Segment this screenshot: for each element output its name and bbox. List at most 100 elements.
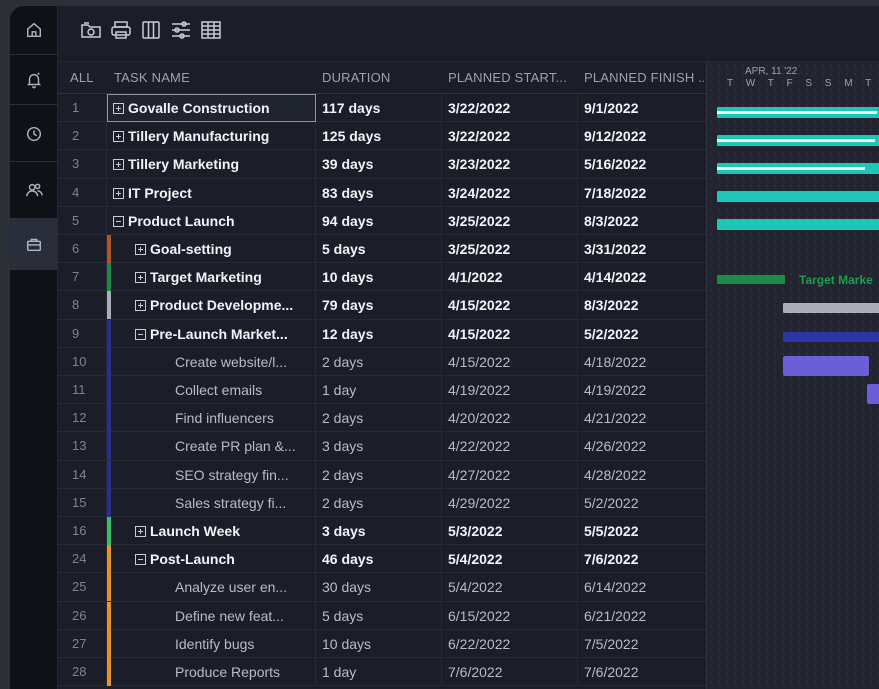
planned-finish-cell[interactable]: 8/3/2022 xyxy=(578,207,706,235)
planned-finish-cell[interactable]: 4/18/2022 xyxy=(578,348,706,376)
home-icon[interactable] xyxy=(10,10,58,50)
planned-start-cell[interactable]: 4/15/2022 xyxy=(442,291,578,320)
duration-cell[interactable]: 30 days xyxy=(316,573,442,602)
planned-finish-cell[interactable]: 8/3/2022 xyxy=(578,291,706,319)
planned-start-cell[interactable]: 4/20/2022 xyxy=(442,404,578,433)
planned-start-cell[interactable]: 3/23/2022 xyxy=(442,150,578,179)
duration-cell[interactable]: 39 days xyxy=(316,150,442,179)
duration-cell[interactable]: 10 days xyxy=(316,629,442,658)
planned-finish-cell[interactable]: 9/1/2022 xyxy=(578,94,706,122)
duration-cell[interactable]: 83 days xyxy=(316,178,442,207)
gantt-bar-row-8[interactable] xyxy=(783,303,879,313)
task-name-cell[interactable]: Identify bugs xyxy=(107,629,316,658)
expand-icon[interactable] xyxy=(135,272,146,284)
table-row[interactable]: 15 Sales strategy fi... 2 days 4/29/2022 5/2… xyxy=(58,488,706,517)
task-name-cell[interactable]: Goal-setting xyxy=(107,235,316,263)
table-row[interactable]: 4 IT Project 83 days 3/24/2022 7/18/2022 xyxy=(58,178,706,207)
planned-start-cell[interactable]: 3/25/2022 xyxy=(442,206,578,235)
expand-icon[interactable] xyxy=(135,300,146,312)
duration-cell[interactable]: 94 days xyxy=(316,206,442,235)
gantt-bar-row-10[interactable] xyxy=(783,356,869,376)
duration-cell[interactable]: 10 days xyxy=(316,263,442,292)
planned-start-cell[interactable]: 4/22/2022 xyxy=(442,432,578,461)
task-name-cell[interactable]: Sales strategy fi... xyxy=(107,488,316,517)
table-row[interactable]: 13 Create PR plan &... 3 days 4/22/2022 4/26… xyxy=(58,432,706,461)
planned-start-cell[interactable]: 5/3/2022 xyxy=(442,517,578,545)
planned-finish-cell[interactable]: 7/5/2022 xyxy=(578,630,706,658)
duration-cell[interactable]: 3 days xyxy=(316,432,442,461)
planned-finish-cell[interactable]: 3/31/2022 xyxy=(578,235,706,263)
planned-start-cell[interactable]: 3/25/2022 xyxy=(442,235,578,263)
planned-start-cell[interactable]: 5/4/2022 xyxy=(442,545,578,574)
task-name-cell[interactable]: Create website/l... xyxy=(107,347,316,376)
duration-cell[interactable]: 117 days xyxy=(316,94,442,122)
planned-start-cell[interactable]: 6/15/2022 xyxy=(442,601,578,630)
planned-finish-cell[interactable]: 6/21/2022 xyxy=(578,602,706,630)
planned-finish-cell[interactable]: 7/6/2022 xyxy=(578,658,706,686)
task-name-cell[interactable]: SEO strategy fin... xyxy=(107,460,316,489)
expand-icon[interactable] xyxy=(113,131,124,143)
task-name-cell[interactable]: Find influencers xyxy=(107,404,316,433)
duration-cell[interactable]: 5 days xyxy=(316,235,442,263)
expand-icon[interactable] xyxy=(113,187,124,199)
notification-bell-icon[interactable] xyxy=(10,60,58,100)
clock-icon[interactable] xyxy=(10,114,58,154)
duration-cell[interactable]: 1 day xyxy=(316,658,442,686)
table-row[interactable]: 24 Post-Launch 46 days 5/4/2022 7/6/2022 xyxy=(58,545,706,574)
planned-finish-cell[interactable]: 5/2/2022 xyxy=(578,320,706,348)
table-row[interactable]: 27 Identify bugs 10 days 6/22/2022 7/5/2022 xyxy=(58,629,706,658)
col-all[interactable]: ALL xyxy=(70,62,106,94)
task-name-cell[interactable]: Tillery Marketing xyxy=(107,150,316,179)
table-row[interactable]: 7 Target Marketing 10 days 4/1/2022 4/14/202… xyxy=(58,263,706,292)
duration-cell[interactable]: 5 days xyxy=(316,601,442,630)
planned-finish-cell[interactable]: 4/19/2022 xyxy=(578,376,706,404)
planned-start-cell[interactable]: 4/1/2022 xyxy=(442,263,578,292)
table-row[interactable]: 10 Create website/l... 2 days 4/15/2022 4/18… xyxy=(58,347,706,376)
planned-start-cell[interactable]: 7/6/2022 xyxy=(442,658,578,686)
planned-start-cell[interactable]: 6/22/2022 xyxy=(442,629,578,658)
planned-finish-cell[interactable]: 7/6/2022 xyxy=(578,545,706,573)
duration-cell[interactable]: 2 days xyxy=(316,347,442,376)
col-task-name[interactable]: TASK NAME xyxy=(114,62,314,94)
table-row[interactable]: 16 Launch Week 3 days 5/3/2022 5/5/2022 xyxy=(58,517,706,546)
planned-finish-cell[interactable]: 5/2/2022 xyxy=(578,489,706,517)
planned-finish-cell[interactable]: 4/28/2022 xyxy=(578,461,706,489)
gantt-bar-row-4[interactable] xyxy=(717,191,879,202)
duration-cell[interactable]: 2 days xyxy=(316,404,442,433)
planned-start-cell[interactable]: 3/22/2022 xyxy=(442,122,578,151)
planned-start-cell[interactable]: 3/24/2022 xyxy=(442,178,578,207)
table-row[interactable]: 28 Produce Reports 1 day 7/6/2022 7/6/2022 xyxy=(58,658,706,687)
task-name-cell[interactable]: Target Marketing xyxy=(107,263,316,292)
task-name-cell[interactable]: Pre-Launch Market... xyxy=(107,319,316,348)
task-name-cell[interactable]: Launch Week xyxy=(107,517,316,545)
duration-cell[interactable]: 12 days xyxy=(316,319,442,348)
filter-sliders-icon[interactable] xyxy=(170,19,192,41)
table-row[interactable]: 14 SEO strategy fin... 2 days 4/27/2022 4/28… xyxy=(58,460,706,489)
col-planned-finish[interactable]: PLANNED FINISH ... xyxy=(584,62,704,94)
table-row[interactable]: 2 Tillery Manufacturing 125 days 3/22/2022 9… xyxy=(58,122,706,151)
expand-icon[interactable] xyxy=(135,244,146,255)
task-name-cell[interactable]: Create PR plan &... xyxy=(107,432,316,461)
table-row[interactable]: 12 Find influencers 2 days 4/20/2022 4/21/20… xyxy=(58,404,706,433)
collapse-icon[interactable] xyxy=(135,328,146,340)
folder-image-icon[interactable] xyxy=(80,19,102,41)
expand-icon[interactable] xyxy=(113,159,124,171)
planned-finish-cell[interactable]: 7/18/2022 xyxy=(578,179,706,207)
task-name-cell[interactable]: Product Developme... xyxy=(107,291,316,320)
planned-start-cell[interactable]: 4/19/2022 xyxy=(442,376,578,404)
table-row[interactable]: 3 Tillery Marketing 39 days 3/23/2022 5/16/2… xyxy=(58,150,706,179)
gantt-bar-row-9[interactable] xyxy=(783,332,879,342)
task-name-cell[interactable]: Product Launch xyxy=(107,206,316,235)
task-name-cell[interactable]: Tillery Manufacturing xyxy=(107,122,316,151)
team-icon[interactable] xyxy=(10,170,58,210)
table-row[interactable]: 1 Govalle Construction 117 days 3/22/2022 9/… xyxy=(58,94,706,123)
duration-cell[interactable]: 79 days xyxy=(316,291,442,320)
duration-cell[interactable]: 125 days xyxy=(316,122,442,151)
print-icon[interactable] xyxy=(110,19,132,41)
gantt-bar-row-1[interactable] xyxy=(717,107,879,118)
planned-start-cell[interactable]: 4/29/2022 xyxy=(442,488,578,517)
table-grid-icon[interactable] xyxy=(200,19,222,41)
table-row[interactable]: 5 Product Launch 94 days 3/25/2022 8/3/2022 xyxy=(58,206,706,235)
gantt-bar-row-7[interactable] xyxy=(717,275,785,284)
table-row[interactable]: 9 Pre-Launch Market... 12 days 4/15/2022 5/2… xyxy=(58,319,706,348)
